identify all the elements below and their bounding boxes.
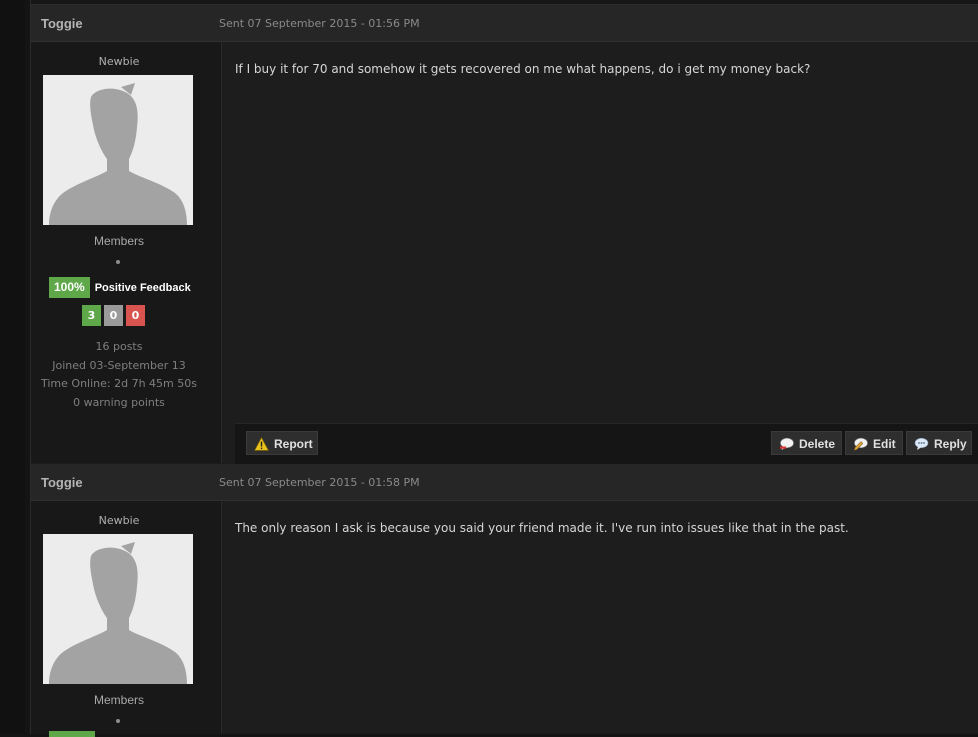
- reply-bubble-icon: [914, 437, 929, 450]
- neutral-count[interactable]: 0: [104, 305, 123, 326]
- feedback-summary[interactable]: 100% Positive Feedback: [49, 277, 191, 298]
- edit-button[interactable]: Edit: [845, 431, 903, 455]
- feedback-badge-partial: [49, 731, 95, 737]
- post-header: Toggie Sent 07 September 2015 - 01:58 PM: [31, 464, 978, 501]
- feedback-percent: 100%: [49, 277, 90, 298]
- reply-label: Reply: [934, 437, 967, 451]
- negative-count[interactable]: 0: [126, 305, 145, 326]
- report-button[interactable]: Report: [246, 431, 318, 455]
- avatar[interactable]: [43, 534, 193, 684]
- page-left-edge: [0, 0, 25, 734]
- delete-bubble-icon: [780, 437, 794, 450]
- author-rank: Newbie: [98, 514, 140, 527]
- default-avatar-icon: [43, 75, 193, 225]
- author-panel: Newbie Members 100% Positive Feedback 300…: [31, 42, 222, 463]
- warning-icon: [254, 437, 269, 451]
- post-actions-bar: Report Delete Edit Reply: [235, 423, 978, 464]
- author-group: Members: [93, 234, 144, 248]
- author-panel: Newbie Members: [31, 501, 222, 737]
- positive-count[interactable]: 3: [82, 305, 101, 326]
- avatar[interactable]: [43, 75, 193, 225]
- post-author-name[interactable]: Toggie: [41, 16, 83, 31]
- default-avatar-icon: [43, 534, 193, 684]
- post-content: If I buy it for 70 and somehow it gets r…: [235, 62, 811, 76]
- messages-container: Toggie Sent 07 September 2015 - 01:56 PM…: [30, 0, 978, 737]
- warning-points: 0 warning points: [73, 395, 165, 409]
- author-stats: 16 posts Joined 03-September 13 Time Onl…: [31, 338, 207, 412]
- post-date: Sent 07 September 2015 - 01:58 PM: [219, 476, 420, 489]
- edit-bubble-icon: [853, 437, 868, 451]
- post-header: Toggie Sent 07 September 2015 - 01:56 PM: [31, 5, 978, 42]
- post-content: The only reason I ask is because you sai…: [235, 521, 849, 535]
- post-author-name[interactable]: Toggie: [41, 475, 83, 490]
- delete-label: Delete: [799, 437, 836, 451]
- time-online: Time Online: 2d 7h 45m 50s: [41, 377, 197, 390]
- message-post: Toggie Sent 07 September 2015 - 01:58 PM…: [31, 464, 978, 737]
- post-count: 16 posts: [95, 340, 143, 353]
- joined-date: Joined 03-September 13: [52, 358, 186, 372]
- status-dot: [116, 260, 120, 264]
- status-dot: [116, 719, 120, 723]
- author-rank: Newbie: [98, 55, 140, 68]
- delete-button[interactable]: Delete: [771, 431, 842, 455]
- reply-button[interactable]: Reply: [906, 431, 972, 455]
- feedback-counts: 300: [82, 305, 148, 326]
- message-post: Toggie Sent 07 September 2015 - 01:56 PM…: [31, 5, 978, 464]
- post-date: Sent 07 September 2015 - 01:56 PM: [219, 17, 420, 30]
- author-group: Members: [93, 693, 144, 707]
- edit-label: Edit: [873, 437, 896, 451]
- feedback-label: Positive Feedback: [94, 281, 191, 294]
- report-label: Report: [274, 437, 313, 451]
